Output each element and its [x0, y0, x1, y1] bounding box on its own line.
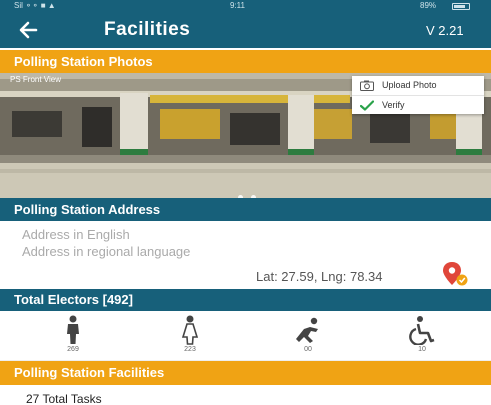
status-bar: Sil ⚬⚬ ■ ▲ 9:11 89%: [0, 0, 491, 12]
elector-female: 223: [172, 315, 208, 359]
address-english: Address in English: [22, 227, 130, 242]
elector-pwd: 10: [404, 315, 440, 359]
wheelchair-icon: [409, 316, 435, 345]
check-icon: [360, 100, 374, 111]
upload-photo-label: Upload Photo: [382, 80, 437, 90]
third-gender-count: 00: [304, 346, 312, 353]
photos-section-header: Polling Station Photos: [0, 50, 491, 73]
verify-button[interactable]: Verify: [352, 95, 484, 114]
total-tasks[interactable]: 27 Total Tasks: [26, 392, 102, 405]
status-signal-text: Sil ⚬⚬ ■ ▲: [14, 1, 56, 10]
status-battery-text: 89%: [420, 1, 437, 10]
female-count: 223: [184, 346, 196, 353]
verify-label: Verify: [382, 100, 405, 110]
elector-male: 269: [55, 315, 91, 359]
app-bar: Facilities V 2.21: [0, 12, 491, 48]
lat-lng-readout: Lat: 27.59, Lng: 78.34: [256, 269, 383, 284]
back-button[interactable]: [14, 17, 42, 43]
app-version: V 2.21: [426, 23, 464, 38]
address-regional: Address in regional language: [22, 244, 191, 259]
status-time: 9:11: [230, 1, 245, 10]
carousel-dots[interactable]: [236, 187, 258, 198]
address-panel: Address in English Address in regional l…: [0, 221, 491, 289]
address-section-header: Polling Station Address: [0, 198, 491, 221]
facilities-section-header: Polling Station Facilities: [0, 361, 491, 385]
electors-section-header: Total Electors [492]: [0, 289, 491, 311]
male-count: 269: [67, 346, 79, 353]
third-gender-icon: [296, 317, 318, 343]
male-icon: [67, 315, 79, 344]
pwd-count: 10: [418, 346, 426, 353]
photo-options-menu: Upload Photo Verify: [352, 76, 484, 114]
upload-photo-button[interactable]: Upload Photo: [352, 76, 484, 95]
female-icon: [181, 315, 199, 345]
elector-third-gender: 00: [290, 315, 326, 359]
electors-panel: 269 223 00 10: [0, 311, 491, 361]
page-title: Facilities: [104, 19, 191, 40]
map-pin-icon[interactable]: [441, 261, 469, 287]
camera-icon: [360, 80, 374, 91]
battery-icon: [452, 3, 470, 10]
photo-label: PS Front View: [10, 75, 61, 84]
arrow-left-icon: [19, 21, 38, 39]
